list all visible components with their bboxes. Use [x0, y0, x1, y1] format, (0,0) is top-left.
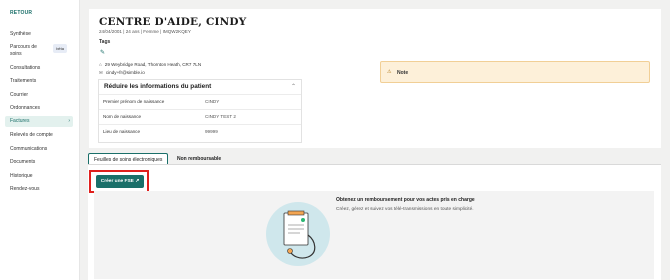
external-link-icon: ↗	[135, 179, 140, 184]
warning-icon: ⚠	[387, 69, 392, 75]
panel-title: Réduire les informations du patient	[104, 83, 212, 90]
note-box[interactable]: ⚠ Note	[380, 61, 650, 83]
empty-text: Créez, gérez et suivez vos télé-transmis…	[336, 207, 474, 212]
document-illustration	[266, 202, 330, 266]
sidebar-item-historique[interactable]: Historique	[5, 171, 73, 182]
sidebar-item-releves[interactable]: Relevés de compte	[5, 130, 73, 141]
sidebar-item-traitements[interactable]: Traitements	[5, 76, 73, 87]
patient-card: CENTRE D'AIDE, CINDY 24/04/2001 | 24 ans…	[89, 9, 661, 148]
sidebar-item-parcours[interactable]: Parcours de soins bêta	[5, 42, 73, 60]
tags-label: Tags	[99, 39, 111, 45]
empty-heading: Obtenez un remboursement pour vos actes …	[336, 197, 475, 203]
empty-state	[94, 191, 654, 279]
sidebar-item-communications[interactable]: Communications	[5, 144, 73, 155]
chevron-right-icon: ›	[68, 118, 70, 124]
chevron-up-icon[interactable]: ⌃	[291, 83, 296, 90]
beta-badge: bêta	[53, 44, 67, 53]
sidebar-item-rendez-vous[interactable]: Rendez-vous	[5, 184, 73, 195]
sidebar-item-factures[interactable]: Factures ›	[5, 116, 73, 127]
sidebar-item-label: Parcours de soins	[10, 44, 37, 57]
sidebar: RETOUR Synthèse Parcours de soins bêta C…	[0, 0, 80, 280]
patient-address: ⌂ 29 Weybridge Road, Thornton Heath, CR7 …	[99, 62, 202, 67]
back-link[interactable]: RETOUR	[10, 10, 32, 16]
tab-content: Créer une FSE ↗ Obtenez un remboursement…	[88, 164, 661, 280]
note-label: Note	[397, 70, 409, 76]
pencil-icon[interactable]: ✎	[100, 49, 105, 56]
info-row: Lieu de naissance 99999	[99, 124, 301, 139]
sidebar-item-consultations[interactable]: Consultations	[5, 63, 73, 74]
info-row: Nom de naissance CINDY TEST 2	[99, 109, 301, 124]
patient-meta: 24/04/2001 | 24 ans | Femme | IMQW2KQEY	[99, 29, 191, 34]
sidebar-item-courrier[interactable]: Courrier	[5, 90, 73, 101]
highlight-box: Créer une FSE ↗	[89, 170, 149, 193]
sidebar-item-ordonnances[interactable]: Ordonnances	[5, 103, 73, 114]
sidebar-item-documents[interactable]: Documents	[5, 157, 73, 168]
info-row: Premier prénom de naissance CINDY	[99, 94, 301, 109]
sidebar-item-synthese[interactable]: Synthèse	[5, 29, 73, 40]
create-fse-button[interactable]: Créer une FSE ↗	[96, 175, 144, 188]
patient-email: ✉ cindy+fr@simble.io	[99, 70, 145, 75]
patient-info-panel: Réduire les informations du patient ⌃ Pr…	[98, 79, 302, 143]
patient-name: CENTRE D'AIDE, CINDY	[99, 16, 247, 28]
home-icon: ⌂	[99, 62, 102, 67]
mail-icon: ✉	[99, 70, 103, 75]
